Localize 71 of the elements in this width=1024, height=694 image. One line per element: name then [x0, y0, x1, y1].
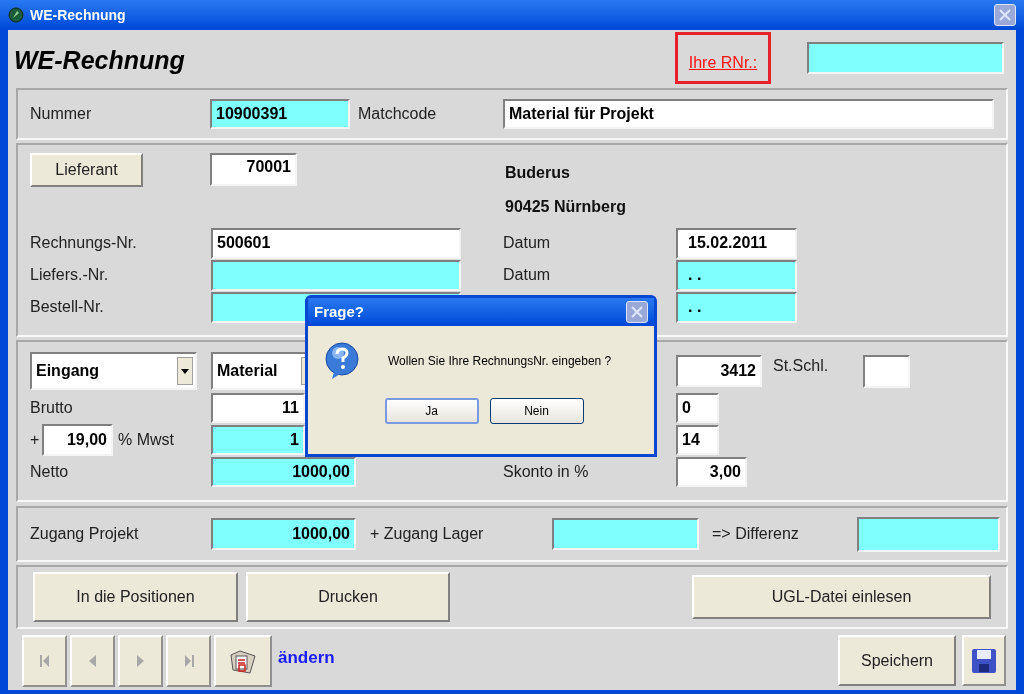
next-icon [137, 655, 144, 667]
close-icon [999, 9, 1011, 21]
dialog-message: Wollen Sie Ihre RechnungsNr. eingeben ? [388, 353, 612, 370]
input-field[interactable]: 19,00 [42, 424, 113, 456]
input-field[interactable] [807, 42, 1004, 74]
input-field[interactable]: . . [676, 291, 797, 323]
toolbar-button[interactable] [214, 635, 272, 687]
input-field[interactable]: 1000,00 [211, 518, 356, 550]
field-label: % Mwst [117, 430, 175, 450]
dropdown[interactable]: Eingang [30, 352, 197, 390]
input-field[interactable] [211, 259, 461, 291]
nav-button[interactable] [166, 635, 211, 687]
button[interactable]: Speichern [838, 635, 956, 686]
input-field[interactable]: 15.02.2011 [676, 227, 797, 259]
window-title: WE-Rechnung [30, 5, 126, 25]
field-label: => Differenz [712, 524, 800, 544]
field-label: Rechnungs-Nr. [30, 233, 138, 253]
form-title: WE-Rechnung [14, 45, 185, 76]
mode-indicator: ändern [278, 647, 335, 669]
input-field[interactable] [857, 516, 1000, 552]
field-label: + Zugang Lager [370, 524, 485, 544]
field-label: Matchcode [358, 104, 438, 124]
input-field[interactable]: . . [676, 259, 797, 291]
dropdown-button[interactable] [177, 357, 193, 385]
close-button[interactable] [626, 301, 648, 323]
last-record-icon [183, 655, 194, 667]
field-label: Nummer [30, 104, 93, 124]
close-button[interactable] [994, 4, 1016, 26]
button[interactable]: Lieferant [30, 153, 143, 187]
field-label: Zugang Projekt [30, 524, 140, 544]
field-label: Brutto [30, 398, 74, 418]
input-field[interactable] [552, 518, 699, 550]
button[interactable]: In die Positionen [33, 572, 238, 622]
input-field[interactable]: 11 [211, 393, 305, 423]
input-field[interactable]: 14 [676, 425, 719, 455]
field-label: Bestell-Nr. [30, 297, 105, 317]
supplier-city: 90425 Nürnberg [505, 197, 626, 217]
field-label: Liefers.-Nr. [30, 265, 110, 285]
input-field[interactable]: 3,00 [676, 457, 747, 487]
field-label: Datum [503, 265, 552, 285]
button[interactable]: UGL-Datei einlesen [692, 575, 991, 619]
field-label: Netto [30, 462, 70, 482]
field-label: Skonto in % [503, 462, 590, 482]
save-button[interactable] [962, 635, 1006, 686]
dialog-title: Frage? [314, 301, 364, 322]
input-field[interactable]: 1000,00 [211, 457, 356, 487]
field-label: Datum [503, 233, 552, 253]
field-label: + [30, 430, 41, 450]
app-icon [8, 7, 24, 23]
nav-button[interactable] [22, 635, 67, 687]
input-field[interactable]: 500601 [211, 227, 461, 259]
supplier-name: Buderus [505, 163, 571, 183]
input-field[interactable] [863, 354, 910, 388]
dialog-button[interactable]: Nein [489, 398, 584, 424]
nav-button[interactable] [70, 635, 115, 687]
nav-button[interactable] [118, 635, 163, 687]
field-label: St.Schl. [773, 356, 830, 376]
first-record-icon [39, 655, 50, 667]
input-field[interactable]: 10900391 [210, 99, 350, 129]
button[interactable]: Drucken [246, 572, 450, 622]
close-icon [631, 306, 643, 318]
input-field[interactable]: 70001 [210, 153, 297, 186]
input-field[interactable]: 0 [676, 393, 719, 423]
question-icon [324, 342, 360, 380]
caret-icon [181, 368, 189, 374]
save-icon [971, 647, 997, 674]
dialog-button[interactable]: Ja [384, 398, 479, 424]
input-field[interactable]: 1 [211, 425, 305, 455]
previous-icon [89, 655, 96, 667]
input-field[interactable]: Material für Projekt [503, 99, 994, 129]
input-field[interactable]: 3412 [676, 355, 762, 387]
